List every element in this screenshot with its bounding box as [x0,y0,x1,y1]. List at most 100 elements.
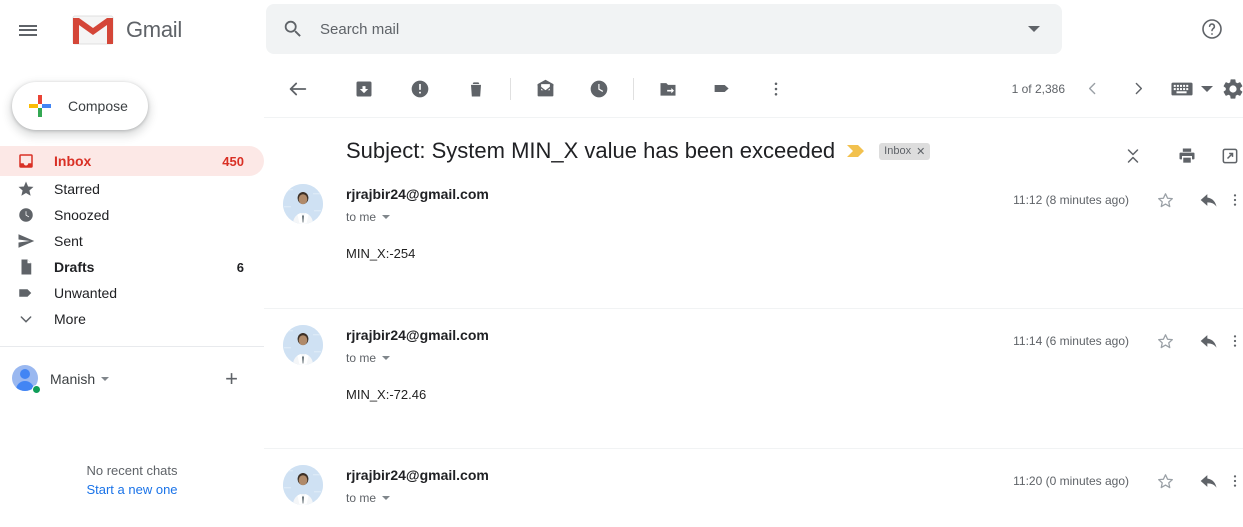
sidebar-item-label: Inbox [54,153,92,169]
thread-subject-row: Subject: System MIN_X value has been exc… [264,118,1243,168]
message-meta: 11:12 (8 minutes ago) [1013,182,1243,218]
sidebar-item-count: 450 [222,153,244,169]
snooze-button[interactable] [579,69,619,109]
gmail-title: Gmail [126,17,182,42]
message-body: MIN_X:-72.46 [346,387,427,402]
caret-down-icon[interactable] [382,215,391,219]
search-input[interactable] [320,6,1006,52]
more-options-button[interactable] [756,69,796,109]
report-spam-button[interactable] [400,69,440,109]
message-more-options-icon[interactable] [1227,182,1243,218]
sidebar: Compose Inbox 450 Starred Snoozed Sent D… [0,60,264,527]
sidebar-item-count: 6 [236,259,244,275]
triangle-glyph [1028,26,1040,32]
start-new-chat-link[interactable]: Start a new one [0,482,264,497]
sidebar-item-unwanted[interactable]: Unwanted [0,280,264,306]
sidebar-item-label: Snoozed [54,207,110,223]
thread-label-text: Inbox [884,145,912,157]
back-to-inbox-button[interactable] [278,69,318,109]
send-icon [16,231,36,251]
message-item[interactable]: rjrajbir24@gmail.com to me MIN_X:-72.46 … [264,308,1243,448]
contact-photo-avatar [283,325,323,365]
reply-icon[interactable] [1191,182,1227,218]
delete-button[interactable] [456,69,496,109]
message-item[interactable]: rjrajbir24@gmail.com to me 11:20 (0 minu… [264,448,1243,508]
chevron-down-icon [16,309,36,329]
message-meta: 11:14 (6 minutes ago) [1013,323,1243,359]
close-x-icon[interactable]: ✕ [916,145,925,158]
search-options-chevron-down-icon[interactable] [1006,5,1062,53]
sidebar-item-sent[interactable]: Sent [0,228,264,254]
status-online-dot [32,385,41,394]
toolbar-right-group: 1 of 2,386 [1012,72,1243,106]
gmail-m-logo [72,14,114,46]
caret-down-icon[interactable] [101,377,110,381]
keyboard-icon [1171,81,1193,97]
caret-down-icon[interactable] [382,356,391,360]
next-message-button[interactable] [1121,72,1155,106]
pagination-count: 1 of 2,386 [1011,81,1065,96]
caret-down-icon[interactable] [382,496,391,500]
message-body: MIN_X:-254 [346,246,416,261]
sidebar-item-inbox[interactable]: Inbox 450 [0,146,264,176]
main-content: 1 of 2,386 Subject: System MIN_X value h… [264,60,1243,527]
important-chevron-icon[interactable] [847,144,865,158]
toolbar-divider [633,77,634,100]
sidebar-item-label: Sent [54,233,83,249]
menu-line [19,24,37,27]
mark-as-unread-button[interactable] [525,69,565,109]
sidebar-item-label: More [54,311,86,327]
compose-button[interactable]: Compose [12,82,148,130]
settings-gear-icon[interactable] [1221,77,1243,101]
star-outline-icon[interactable] [1147,463,1183,499]
sidebar-item-label: Drafts [54,259,95,275]
hangouts-account-row[interactable]: Manish + [0,359,264,399]
reply-icon[interactable] [1191,463,1227,499]
contact-photo-avatar [283,184,323,224]
search-bar[interactable] [266,4,1062,54]
reply-icon[interactable] [1191,323,1227,359]
star-outline-icon[interactable] [1147,323,1183,359]
sidebar-item-starred[interactable]: Starred [0,176,264,202]
thread-label-chip[interactable]: Inbox ✕ [879,142,931,160]
no-recent-chats-text: No recent chats [86,463,178,478]
message-more-options-icon[interactable] [1227,463,1243,499]
sidebar-nav-list: Inbox 450 Starred Snoozed Sent Drafts 6 … [0,146,264,332]
sidebar-item-label: Starred [54,181,100,197]
help-question-icon[interactable] [1189,6,1235,52]
star-outline-icon[interactable] [1147,182,1183,218]
contact-photo-avatar [283,465,323,505]
message-meta: 11:20 (0 minutes ago) [1013,463,1243,499]
new-chat-plus-icon[interactable]: + [225,368,238,390]
move-to-button[interactable] [648,69,688,109]
avatar-head [20,369,30,379]
gmail-brand[interactable]: Gmail [72,14,182,46]
message-toolbar: 1 of 2,386 [264,60,1243,118]
menu-line [19,33,37,36]
message-more-options-icon[interactable] [1227,323,1243,359]
message-timestamp: 11:12 (8 minutes ago) [1013,193,1129,207]
user-avatar-icon[interactable] [12,365,41,394]
message-timestamp: 11:20 (0 minutes ago) [1013,474,1129,488]
toolbar-divider [510,77,511,100]
sidebar-item-drafts[interactable]: Drafts 6 [0,254,264,280]
previous-message-button[interactable] [1075,72,1109,106]
sidebar-item-snoozed[interactable]: Snoozed [0,202,264,228]
inbox-icon [16,151,36,171]
message-recipient-text: to me [346,351,377,365]
message-item[interactable]: rjrajbir24@gmail.com to me MIN_X:-254 11… [264,168,1243,308]
page-title: Subject: System MIN_X value has been exc… [346,138,836,163]
caret-down-icon[interactable] [1201,85,1213,92]
archive-button[interactable] [344,69,384,109]
search-icon[interactable] [266,5,320,53]
sidebar-item-more[interactable]: More [0,306,264,332]
hamburger-menu-icon[interactable] [4,6,52,54]
top-header-bar: Gmail [0,0,1243,60]
clock-icon [16,205,36,225]
compose-label: Compose [68,98,128,114]
sidebar-item-label: Unwanted [54,285,118,301]
star-icon [16,179,36,199]
plus-icon [22,88,58,124]
labels-button[interactable] [702,69,742,109]
input-tools-button[interactable] [1171,81,1213,97]
